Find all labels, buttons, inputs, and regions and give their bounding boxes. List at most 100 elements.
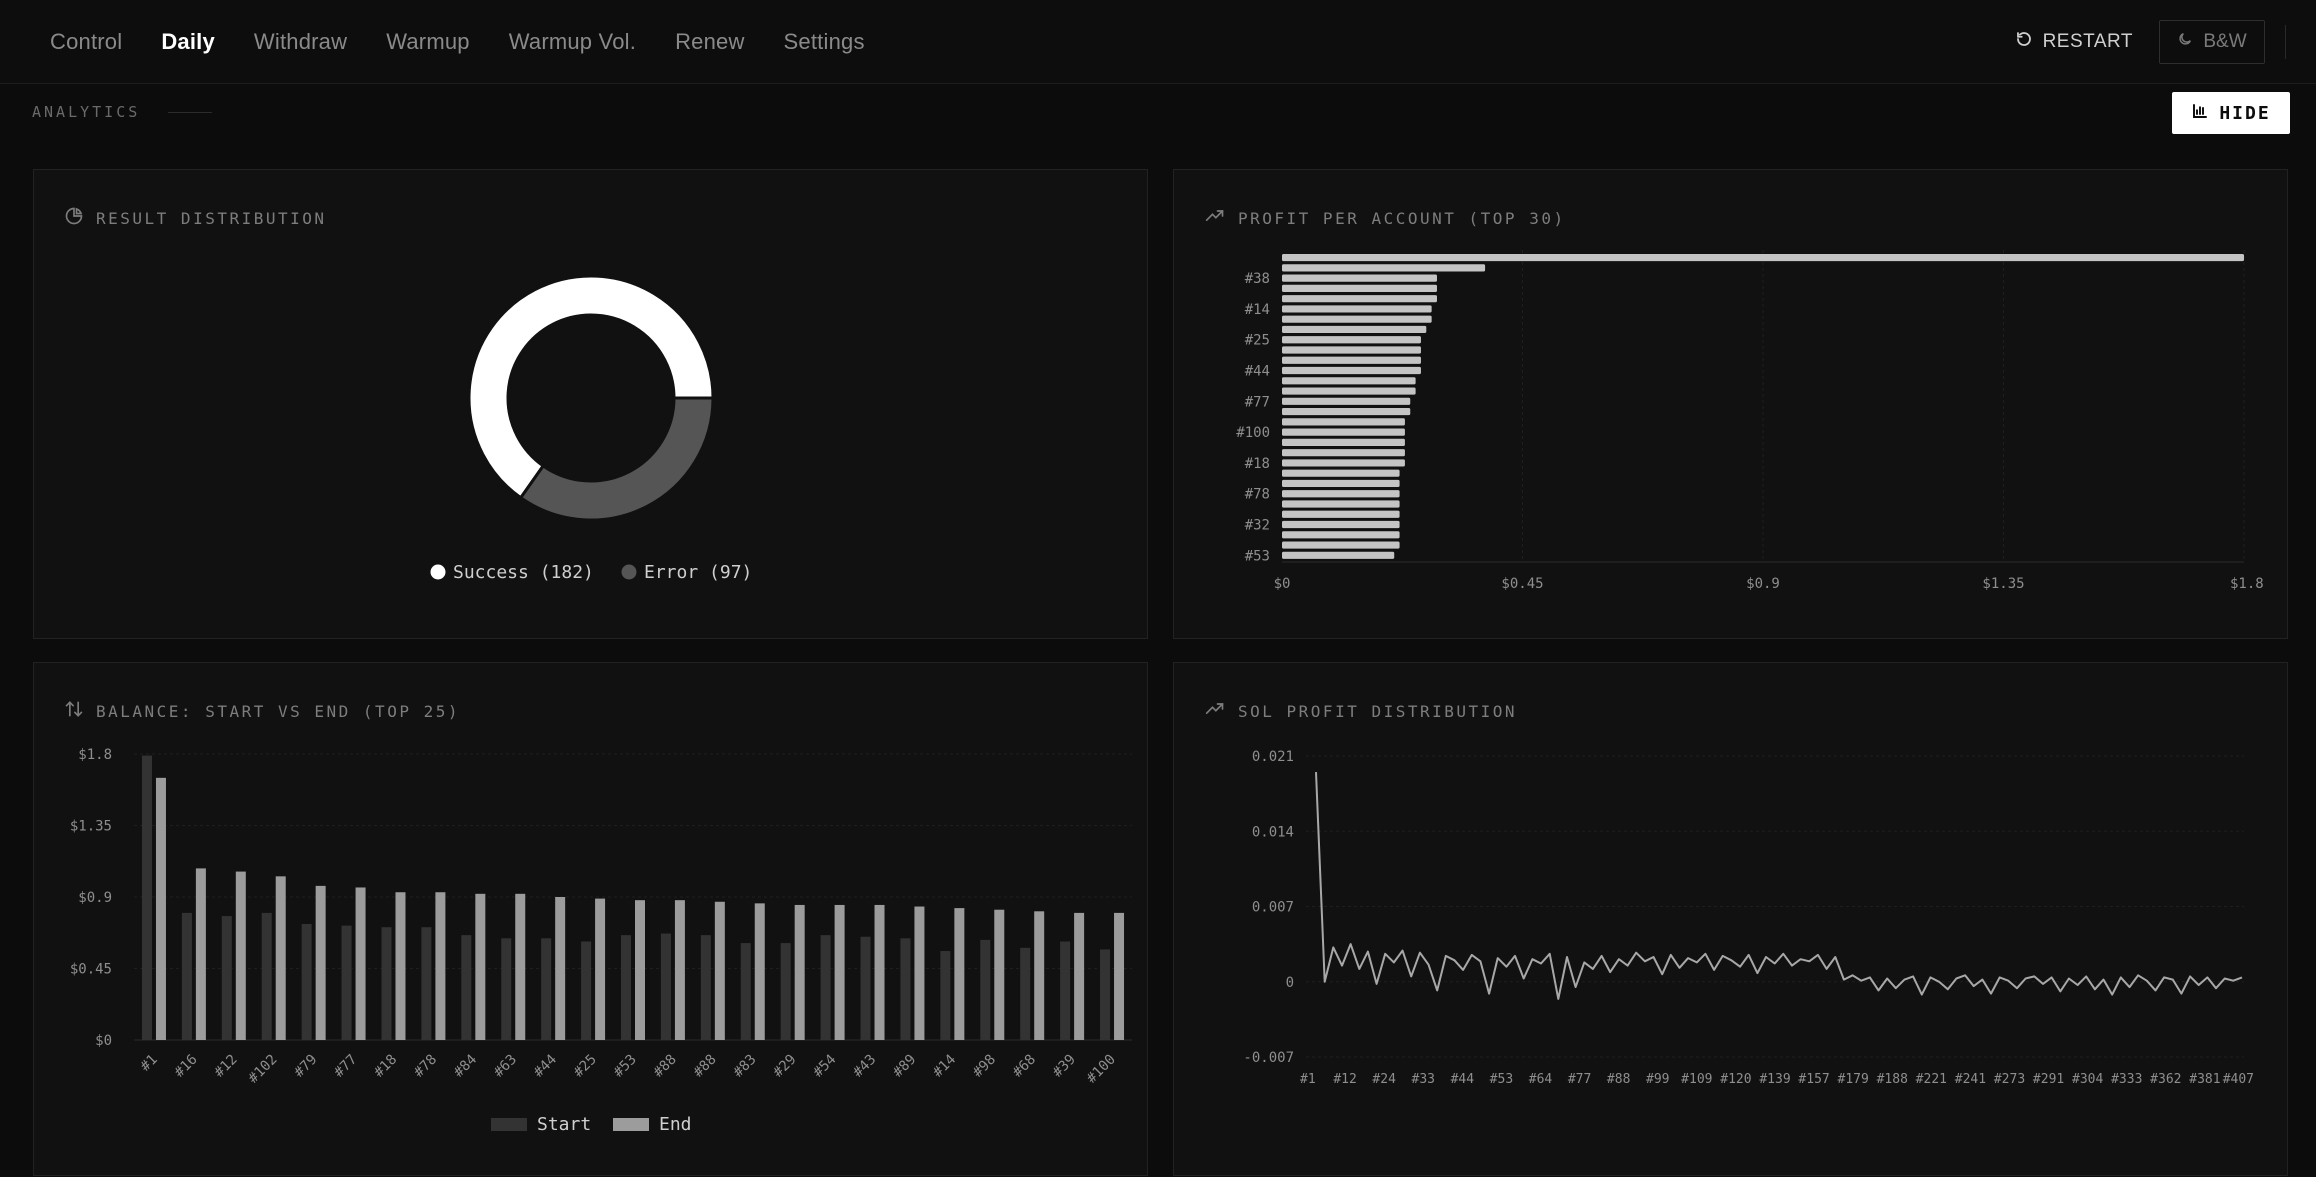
nav-tab-renew[interactable]: Renew bbox=[675, 29, 744, 55]
bar bbox=[1282, 541, 1400, 549]
x-tick-label: #84 bbox=[451, 1052, 480, 1081]
bar bbox=[1282, 325, 1427, 334]
x-tick-label: #157 bbox=[1798, 1072, 1829, 1087]
bar-start bbox=[181, 912, 192, 1040]
y-tick-label: -0.007 bbox=[1243, 1050, 1294, 1066]
bar bbox=[1282, 531, 1400, 539]
x-tick-label: #18 bbox=[371, 1052, 400, 1081]
profit-per-account-panel: PROFIT PER ACCOUNT (TOP 30) $0 $0.45 $0.9 $… bbox=[1173, 169, 2288, 639]
y-tick-label: #44 bbox=[1245, 364, 1270, 380]
y-tick-label: $0.45 bbox=[70, 962, 112, 978]
nav-tab-settings[interactable]: Settings bbox=[784, 29, 865, 55]
bar bbox=[1282, 449, 1405, 457]
bar-end bbox=[475, 893, 486, 1040]
bar-end bbox=[834, 904, 845, 1040]
x-tick-label: #77 bbox=[331, 1052, 360, 1081]
hide-analytics-button[interactable]: HIDE bbox=[2172, 92, 2290, 134]
top-nav-bar: Control Daily Withdraw Warmup Warmup Vol. Ren… bbox=[0, 0, 2316, 84]
x-tick-label: #120 bbox=[1720, 1072, 1751, 1087]
x-tick-label: #102 bbox=[245, 1052, 280, 1087]
bar bbox=[1282, 428, 1405, 436]
y-tick-label: $1.8 bbox=[78, 747, 112, 763]
x-tick-label: #221 bbox=[1916, 1072, 1947, 1087]
bar-start bbox=[780, 943, 791, 1040]
x-tick-label: #88 bbox=[690, 1052, 719, 1081]
y-tick-label: #18 bbox=[1245, 456, 1270, 472]
x-tick-label: #273 bbox=[1994, 1072, 2025, 1087]
bar-end bbox=[635, 900, 645, 1040]
result-distribution-panel: RESULT DISTRIBUTION Success (182) Error (… bbox=[33, 169, 1148, 639]
bar bbox=[1282, 254, 2244, 262]
nav-tab-warmup-vol[interactable]: Warmup Vol. bbox=[509, 29, 636, 55]
bar-start bbox=[900, 938, 911, 1040]
restart-button[interactable]: RESTART bbox=[2015, 30, 2133, 54]
bar-start bbox=[820, 935, 831, 1040]
x-tick-label: #1 bbox=[1300, 1072, 1316, 1087]
nav-tab-control[interactable]: Control bbox=[50, 29, 122, 55]
bar bbox=[1282, 510, 1400, 518]
restart-icon bbox=[2015, 30, 2033, 54]
y-tick-label: 0.007 bbox=[1252, 900, 1294, 916]
bar-end bbox=[914, 906, 925, 1040]
x-tick-label: #12 bbox=[1333, 1072, 1356, 1087]
x-tick-label: #83 bbox=[730, 1052, 759, 1081]
bar bbox=[1282, 500, 1400, 508]
x-tick-label: #139 bbox=[1759, 1072, 1790, 1087]
profit-bar-chart: $0 $0.45 $0.9 $1.35 $1.8 #38 #14 #25 #44 #77 #100 #… bbox=[1236, 250, 2264, 592]
x-tick-label: #68 bbox=[1010, 1052, 1039, 1081]
bar bbox=[1282, 387, 1416, 395]
nav-tab-warmup[interactable]: Warmup bbox=[386, 29, 470, 55]
bar bbox=[1282, 346, 1421, 354]
legend-swatch bbox=[491, 1118, 527, 1131]
y-tick-label: $0 bbox=[95, 1033, 112, 1049]
bar-start bbox=[1060, 941, 1071, 1040]
bar-end bbox=[994, 909, 1005, 1040]
x-tick-label: #100 bbox=[1084, 1052, 1119, 1087]
bar-start bbox=[261, 912, 272, 1040]
x-tick-label: $0.45 bbox=[1501, 576, 1543, 592]
x-tick-label: #79 bbox=[291, 1052, 320, 1081]
legend-label: End bbox=[659, 1114, 692, 1135]
bar bbox=[1282, 366, 1421, 375]
bar-end bbox=[1114, 912, 1125, 1040]
bar-start bbox=[980, 939, 991, 1040]
x-tick-label: #381 bbox=[2189, 1072, 2220, 1087]
bar-end bbox=[515, 893, 526, 1040]
bar-end bbox=[395, 892, 406, 1040]
bar-start bbox=[541, 938, 552, 1040]
nav-tab-withdraw[interactable]: Withdraw bbox=[254, 29, 347, 55]
bar-end bbox=[275, 876, 286, 1040]
x-tick-label: #88 bbox=[1607, 1072, 1630, 1087]
y-tick-label: 0.014 bbox=[1252, 824, 1294, 840]
bar bbox=[1282, 418, 1405, 426]
theme-toggle-button[interactable]: B&W bbox=[2159, 20, 2265, 64]
bar-end bbox=[674, 900, 685, 1040]
x-tick-label: $0.9 bbox=[1746, 576, 1780, 592]
bar-end bbox=[595, 898, 606, 1040]
bar-end bbox=[555, 897, 566, 1040]
x-tick-label: $0 bbox=[1274, 576, 1291, 592]
bar bbox=[1282, 520, 1400, 529]
x-tick-label: #12 bbox=[211, 1052, 240, 1081]
y-tick-label: #53 bbox=[1245, 548, 1270, 564]
x-tick-label: #179 bbox=[1838, 1072, 1869, 1087]
bar-start bbox=[421, 927, 432, 1040]
bar-end bbox=[235, 871, 246, 1040]
x-tick-label: #53 bbox=[1490, 1072, 1513, 1087]
top-actions: RESTART B&W bbox=[2015, 0, 2316, 84]
x-tick-label: #98 bbox=[970, 1052, 999, 1081]
bar-start bbox=[740, 943, 751, 1040]
bar-end bbox=[355, 887, 366, 1040]
bar bbox=[1282, 408, 1411, 416]
bar-start bbox=[301, 924, 312, 1040]
x-tick-label: #16 bbox=[172, 1052, 201, 1081]
nav-tab-daily[interactable]: Daily bbox=[161, 29, 215, 55]
x-tick-label: #53 bbox=[611, 1052, 640, 1081]
balance-panel: BALANCE: START VS END (TOP 25) $1.8 $1.35… bbox=[33, 662, 1148, 1176]
x-tick-label: #304 bbox=[2072, 1072, 2103, 1087]
bar-end bbox=[754, 903, 765, 1040]
bar-start bbox=[660, 933, 671, 1040]
hide-label: HIDE bbox=[2219, 102, 2271, 124]
bar bbox=[1282, 295, 1437, 303]
bar bbox=[1282, 305, 1432, 313]
